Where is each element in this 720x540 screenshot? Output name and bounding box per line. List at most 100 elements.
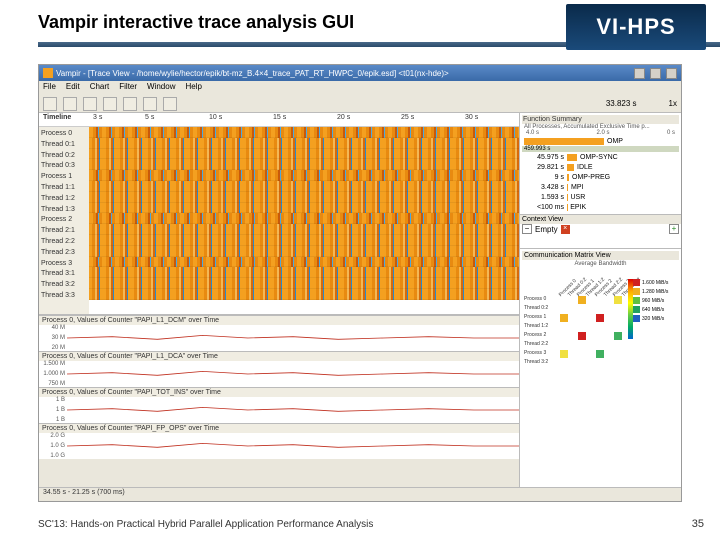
counter-title: Process 0, Values of Counter "PAPI_TOT_I… xyxy=(39,388,519,397)
menu-help[interactable]: Help xyxy=(185,82,201,94)
timeline-track[interactable] xyxy=(89,149,519,160)
counter-plot[interactable] xyxy=(67,397,519,423)
matrix-ylabel: Process 3 xyxy=(524,350,546,356)
menu-chart[interactable]: Chart xyxy=(90,82,110,94)
counter-ylabel: 40 M xyxy=(39,325,65,331)
timeline-track[interactable] xyxy=(89,127,519,138)
total-time-label: 33.823 s xyxy=(606,99,637,108)
timeline-track[interactable] xyxy=(89,289,519,300)
row-label: Process 3 xyxy=(39,259,89,270)
comm-matrix-subtitle: Average Bandwidth xyxy=(522,260,679,268)
fs-name: MPI xyxy=(571,184,583,191)
timeline-track[interactable] xyxy=(89,203,519,214)
counter-plot[interactable] xyxy=(67,325,519,351)
row-label: Process 2 xyxy=(39,215,89,226)
legend-value: 320 MiB/s xyxy=(642,316,664,322)
counter-ylabel: 1.0 G xyxy=(39,453,65,459)
window-titlebar[interactable]: Vampir - [Trace View - /home/wylie/hecto… xyxy=(39,65,681,81)
timeline-track[interactable] xyxy=(89,170,519,181)
timeline-track[interactable] xyxy=(89,267,519,278)
comm-matrix-legend: 1.600 MiB/s1.280 MiB/s960 MiB/s640 MiB/s… xyxy=(633,279,679,324)
timeline-track[interactable] xyxy=(89,159,519,170)
fs-row[interactable]: 3.428 sMPI xyxy=(522,182,679,192)
matrix-ylabel: Thread 1:2 xyxy=(524,323,548,329)
master-timeline[interactable]: Process 0 Thread 0:1 Thread 0:2 Thread 0… xyxy=(39,127,519,315)
tool-matrix-icon[interactable] xyxy=(103,97,117,111)
row-label: Thread 2:3 xyxy=(39,248,89,259)
tool-zoom-icon[interactable] xyxy=(163,97,177,111)
row-label: Thread 1:1 xyxy=(39,183,89,194)
fs-value: 45.975 s xyxy=(524,154,564,161)
timeline-track[interactable] xyxy=(89,257,519,268)
context-close-icon[interactable]: × xyxy=(561,225,570,234)
timeline-row-labels: Process 0 Thread 0:1 Thread 0:2 Thread 0… xyxy=(39,127,89,314)
time-ruler[interactable]: Timeline 3 s 5 s 10 s 15 s 20 s 25 s 30 … xyxy=(39,113,519,127)
timeline-track[interactable] xyxy=(89,181,519,192)
slide-footer: SC'13: Hands-on Practical Hybrid Paralle… xyxy=(38,519,373,530)
timeline-track[interactable] xyxy=(89,192,519,203)
counter-plot[interactable] xyxy=(67,433,519,459)
tick: 30 s xyxy=(465,114,478,121)
comm-matrix-title: Communication Matrix View xyxy=(522,251,679,260)
tool-timeline-icon[interactable] xyxy=(63,97,77,111)
timeline-track[interactable] xyxy=(89,278,519,289)
matrix-cell[interactable] xyxy=(596,350,604,358)
fs-row[interactable]: 1.593 s USR xyxy=(522,192,679,202)
menu-window[interactable]: Window xyxy=(147,82,175,94)
matrix-ylabel: Thread 3:2 xyxy=(524,359,548,365)
fs-name: USR xyxy=(571,194,586,201)
context-add-button[interactable]: + xyxy=(669,224,679,234)
timeline-track[interactable] xyxy=(89,213,519,224)
tick: 10 s xyxy=(209,114,222,121)
legend-value: 640 MiB/s xyxy=(642,307,664,313)
row-label: Thread 3:2 xyxy=(39,280,89,291)
vihps-logo: VI-HPS xyxy=(566,4,706,50)
counter-plot[interactable] xyxy=(67,361,519,387)
timeline-track[interactable] xyxy=(89,246,519,257)
counter-ylabel: 20 M xyxy=(39,345,65,351)
counter-panel: Process 0, Values of Counter "PAPI_L1_DC… xyxy=(39,315,519,351)
matrix-cell[interactable] xyxy=(578,332,586,340)
timeline-track[interactable] xyxy=(89,235,519,246)
tool-open-icon[interactable] xyxy=(43,97,57,111)
legend-swatch xyxy=(633,279,640,286)
legend-swatch xyxy=(633,306,640,313)
counter-title: Process 0, Values of Counter "PAPI_FP_OP… xyxy=(39,424,519,433)
tool-tree-icon[interactable] xyxy=(123,97,137,111)
counter-ylabel: 1.000 M xyxy=(39,371,65,377)
timeline-track[interactable] xyxy=(89,224,519,235)
row-label: Thread 0:3 xyxy=(39,161,89,172)
context-remove-button[interactable]: − xyxy=(522,224,532,234)
counter-panel: Process 0, Values of Counter "PAPI_FP_OP… xyxy=(39,423,519,459)
fs-row[interactable]: <100 msEPIK xyxy=(522,202,679,212)
fs-value: 1.593 s xyxy=(524,194,564,201)
matrix-cell[interactable] xyxy=(614,332,622,340)
matrix-cell[interactable] xyxy=(596,314,604,322)
menu-filter[interactable]: Filter xyxy=(119,82,137,94)
matrix-cell[interactable] xyxy=(560,350,568,358)
row-label: Thread 0:2 xyxy=(39,151,89,162)
timeline-body[interactable] xyxy=(89,127,519,314)
menu-edit[interactable]: Edit xyxy=(66,82,80,94)
minimize-button[interactable] xyxy=(634,68,645,79)
matrix-ylabel: Process 0 xyxy=(524,296,546,302)
window-title: Vampir - [Trace View - /home/wylie/hecto… xyxy=(56,69,629,78)
fs-row[interactable]: 9 sOMP-PREG xyxy=(522,172,679,182)
fs-value: 29.821 s xyxy=(524,164,564,171)
fs-row[interactable]: 29.821 sIDLE xyxy=(522,162,679,172)
close-button[interactable] xyxy=(666,68,677,79)
tool-summary-icon[interactable] xyxy=(83,97,97,111)
row-label: Thread 1:3 xyxy=(39,205,89,216)
matrix-cell[interactable] xyxy=(560,314,568,322)
app-icon xyxy=(43,68,53,78)
maximize-button[interactable] xyxy=(650,68,661,79)
counter-title: Process 0, Values of Counter "PAPI_L1_DC… xyxy=(39,352,519,361)
menu-file[interactable]: File xyxy=(43,82,56,94)
tool-counter-icon[interactable] xyxy=(143,97,157,111)
timeline-track[interactable] xyxy=(89,138,519,149)
slide-page-number: 35 xyxy=(692,518,704,530)
fs-row[interactable]: 45.975 sOMP-SYNC xyxy=(522,152,679,162)
fs-row[interactable]: OMP xyxy=(522,136,679,146)
row-label: Thread 3:3 xyxy=(39,291,89,302)
counter-ylabel: 1 B xyxy=(39,417,65,423)
